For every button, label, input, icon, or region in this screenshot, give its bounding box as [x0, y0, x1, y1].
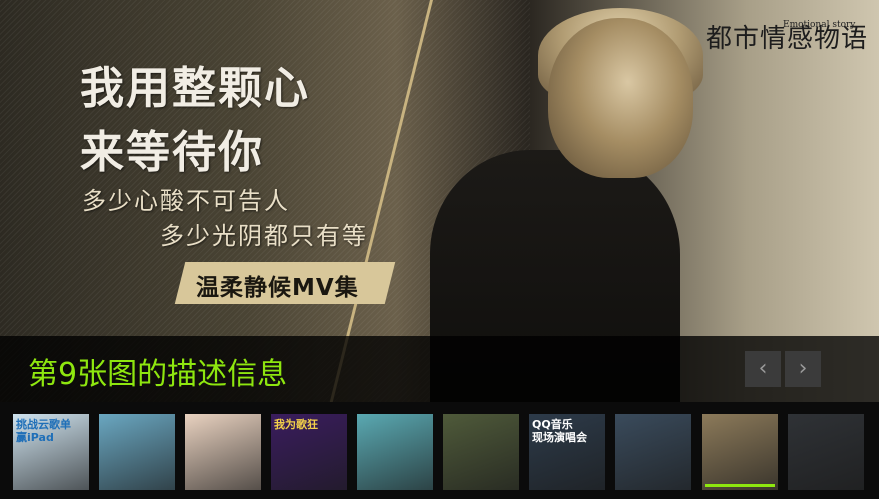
banner-subtext-1: 多少心酸不可告人: [82, 187, 290, 215]
thumbnail-6[interactable]: [443, 414, 519, 490]
chevron-right-icon: ›: [798, 356, 808, 381]
thumbnail-10[interactable]: [788, 414, 864, 490]
thumbnail-5[interactable]: [357, 414, 433, 490]
banner-headline-2: 来等待你: [80, 127, 264, 178]
thumbnail-2[interactable]: [99, 414, 175, 490]
banner-headline-1: 我用整颗心: [80, 63, 310, 114]
carousel-slider: 都市情感物语 Emotional story 我用整颗心 来等待你 多少心酸不可…: [0, 0, 879, 499]
thumbnail-label: 我为歌狂: [274, 418, 318, 431]
chevron-left-icon: ‹: [758, 356, 768, 381]
banner-subtext-2: 多少光阴都只有等: [160, 222, 368, 250]
thumbnail-8[interactable]: [615, 414, 691, 490]
thumbnail-label: 挑战云歌单 赢iPad: [16, 418, 71, 444]
active-thumbnail-indicator: [705, 484, 775, 487]
banner-person-head: [548, 18, 693, 178]
prev-arrow-button[interactable]: ‹: [745, 351, 781, 387]
banner-tag-label: 温柔静候MV集: [196, 275, 359, 301]
thumbnail-7[interactable]: QQ音乐 现场演唱会: [529, 414, 605, 490]
thumbnail-1[interactable]: 挑战云歌单 赢iPad: [13, 414, 89, 490]
banner-logo-subtitle: Emotional story: [783, 20, 856, 30]
thumbnail-9[interactable]: [702, 414, 778, 490]
thumbnail-strip: 挑战云歌单 赢iPad 我为歌狂 QQ音乐 现场演唱会: [0, 402, 879, 499]
thumbnail-4[interactable]: 我为歌狂: [271, 414, 347, 490]
next-arrow-button[interactable]: ›: [785, 351, 821, 387]
thumbnail-3[interactable]: [185, 414, 261, 490]
slide-caption: 第9张图的描述信息: [28, 357, 288, 392]
thumbnail-label: QQ音乐 现场演唱会: [532, 418, 587, 444]
